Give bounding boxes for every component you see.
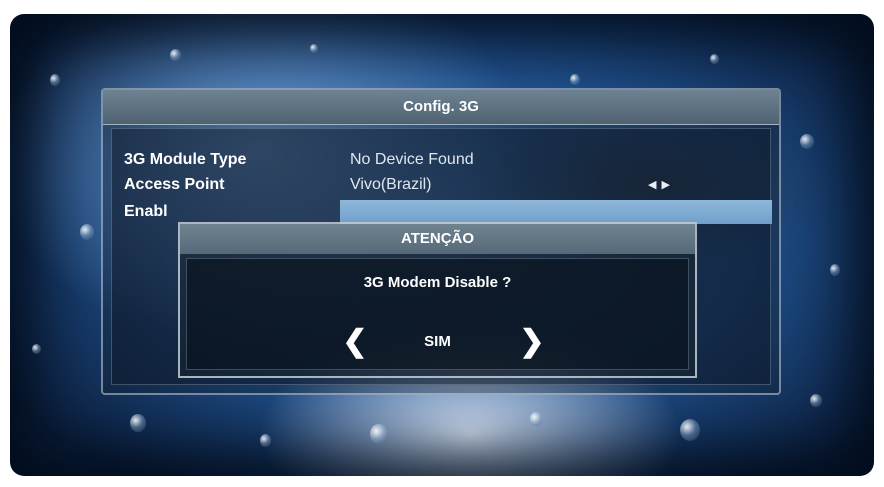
water-drop [530, 412, 542, 426]
water-drop [310, 44, 318, 53]
attention-dialog: ATENÇÃO 3G Modem Disable ? ❮ SIM ❯ [178, 222, 697, 378]
water-drop [810, 394, 822, 407]
left-right-arrows-icon[interactable]: ◀ ▶ [648, 173, 671, 197]
row-value: No Device Found [350, 151, 474, 168]
water-drop [32, 344, 41, 354]
row-label: Enabl [124, 203, 168, 220]
water-drop [800, 134, 814, 149]
water-drop [830, 264, 840, 276]
dialog-option-selector[interactable]: ❮ SIM ❯ [187, 327, 688, 357]
water-drop [130, 414, 146, 432]
water-drop [680, 419, 700, 441]
dialog-body: 3G Modem Disable ? ❮ SIM ❯ [186, 258, 689, 370]
row-access-point[interactable]: Access Point Vivo(Brazil) ◀ ▶ [112, 173, 770, 197]
water-drop [260, 434, 271, 447]
chevron-right-icon[interactable]: ❯ [517, 327, 547, 357]
water-drop [50, 74, 60, 86]
dialog-title: ATENÇÃO [180, 224, 695, 254]
row-value: Vivo(Brazil) [350, 176, 432, 193]
dialog-option-value[interactable]: SIM [187, 333, 688, 350]
water-drop [710, 54, 719, 64]
water-drop [170, 49, 181, 61]
row-enable[interactable]: Enabl [112, 200, 772, 224]
row-label: 3G Module Type [124, 151, 247, 168]
water-drop [570, 74, 580, 85]
row-3g-module-type[interactable]: 3G Module Type No Device Found [112, 148, 770, 172]
water-drop [80, 224, 94, 240]
selection-highlight [340, 200, 772, 224]
water-drop [370, 424, 388, 444]
dialog-message: 3G Modem Disable ? [363, 274, 512, 291]
config-3g-title: Config. 3G [103, 90, 779, 125]
row-label: Access Point [124, 176, 225, 193]
